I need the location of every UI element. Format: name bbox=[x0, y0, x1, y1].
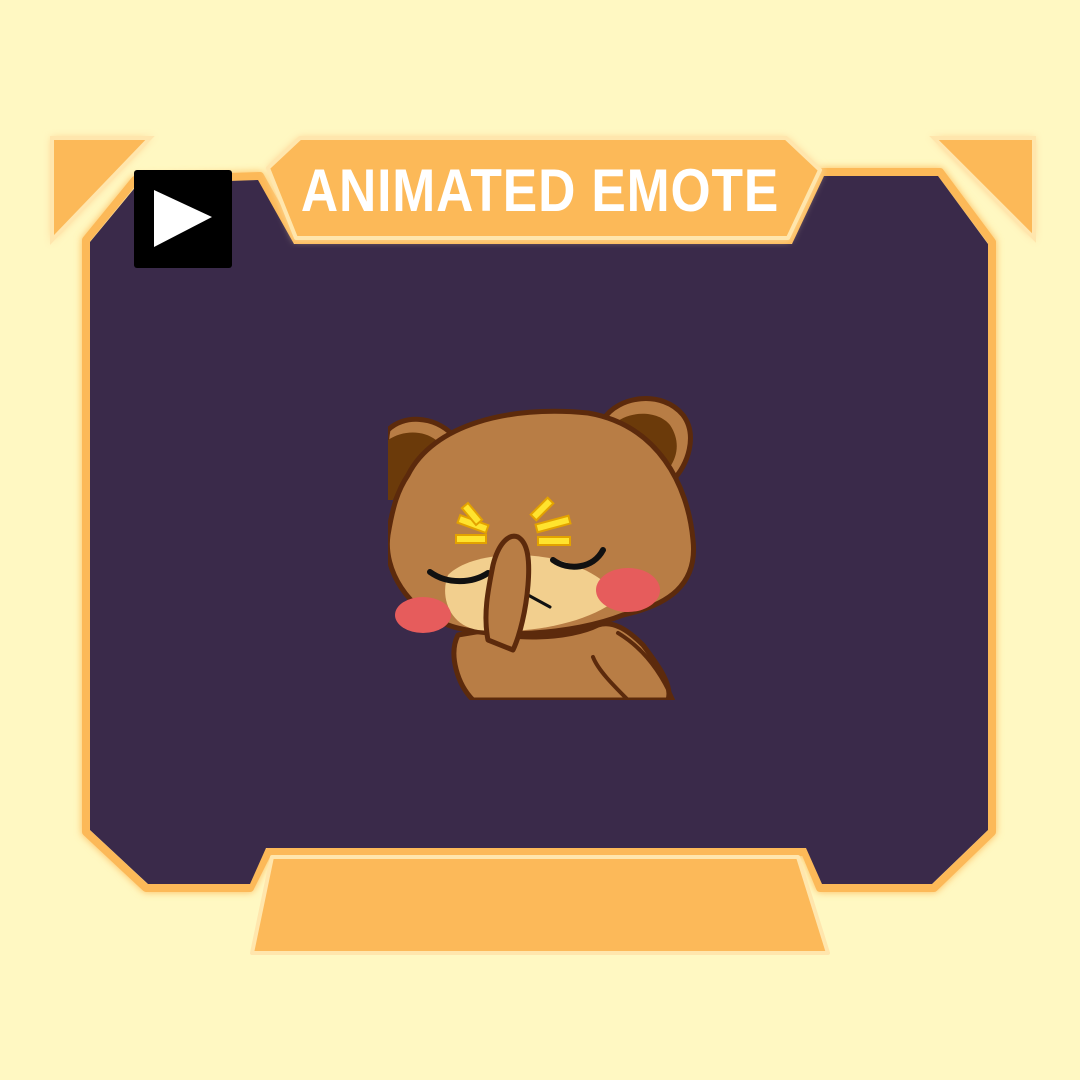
footer-banner bbox=[250, 855, 830, 955]
play-button[interactable] bbox=[134, 170, 232, 268]
play-icon bbox=[154, 190, 212, 247]
bear-facepalm-emote bbox=[388, 385, 698, 700]
bear-icon bbox=[388, 396, 697, 700]
banner-title: ANIMATED EMOTE bbox=[300, 156, 780, 224]
